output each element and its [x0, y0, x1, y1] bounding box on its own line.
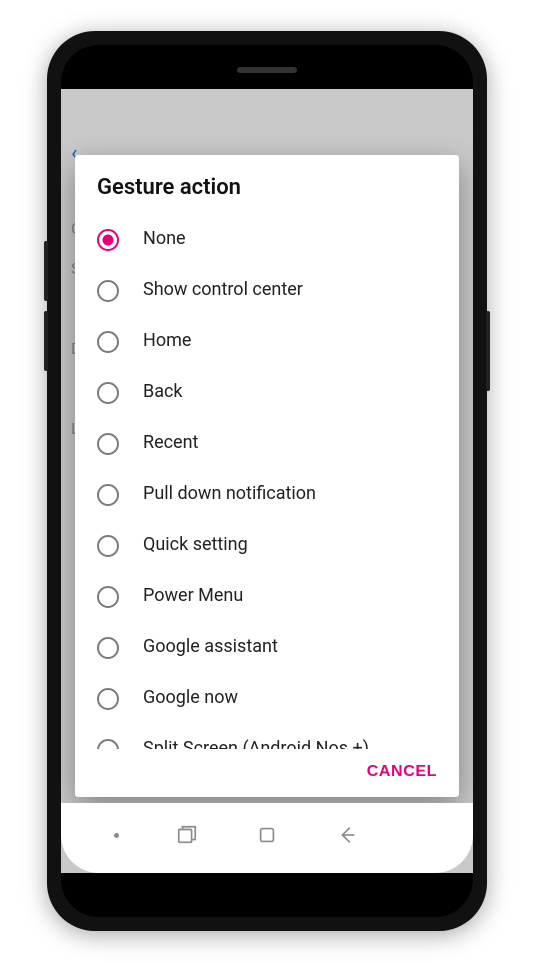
- radio-icon[interactable]: [97, 382, 119, 404]
- screen: ‹ CSDL Gesture action NoneShow control c…: [61, 89, 473, 873]
- radio-icon[interactable]: [97, 484, 119, 506]
- option-row[interactable]: Google assistant: [97, 622, 453, 673]
- radio-icon[interactable]: [97, 229, 119, 251]
- gesture-action-dialog: Gesture action None Show control center Ho…: [75, 155, 459, 797]
- option-label: Power Menu: [143, 585, 243, 608]
- navigation-bar: [61, 803, 473, 873]
- power-button: [486, 311, 490, 391]
- option-label: Google now: [143, 687, 238, 710]
- radio-icon[interactable]: [97, 433, 119, 455]
- option-label: Back: [143, 381, 183, 404]
- radio-icon[interactable]: [97, 637, 119, 659]
- cancel-button[interactable]: CANCEL: [367, 763, 437, 781]
- option-row[interactable]: Quick setting: [97, 520, 453, 571]
- radio-icon[interactable]: [97, 331, 119, 353]
- option-label: Home: [143, 330, 191, 353]
- speaker-grille: [237, 67, 297, 73]
- radio-icon[interactable]: [97, 688, 119, 710]
- home-icon[interactable]: [256, 824, 278, 846]
- option-row[interactable]: Power Menu: [97, 571, 453, 622]
- option-label: Show control center: [143, 279, 303, 302]
- option-row[interactable]: None: [97, 214, 453, 265]
- option-row[interactable]: Split Screen (Android Nos +): [97, 724, 453, 749]
- bottom-bezel: [61, 873, 473, 917]
- option-row[interactable]: Back: [97, 367, 453, 418]
- recents-icon[interactable]: [176, 824, 198, 846]
- volume-up-button: [44, 241, 48, 301]
- option-label: Pull down notification: [143, 483, 316, 506]
- option-row[interactable]: Google now: [97, 673, 453, 724]
- radio-icon[interactable]: [97, 586, 119, 608]
- options-list: None Show control center Home Back Recent Pul…: [75, 214, 459, 749]
- nav-indicator-dot: [114, 833, 119, 838]
- dialog-title: Gesture action: [75, 155, 459, 214]
- option-label: Google assistant: [143, 636, 278, 659]
- volume-down-button: [44, 311, 48, 371]
- option-label: Split Screen (Android Nos +): [143, 738, 369, 749]
- status-bar: [61, 89, 473, 129]
- phone-frame: ‹ CSDL Gesture action NoneShow control c…: [47, 31, 487, 931]
- option-row[interactable]: Home: [97, 316, 453, 367]
- phone-inner: ‹ CSDL Gesture action NoneShow control c…: [61, 45, 473, 917]
- option-row[interactable]: Show control center: [97, 265, 453, 316]
- option-row[interactable]: Recent: [97, 418, 453, 469]
- radio-icon[interactable]: [97, 535, 119, 557]
- option-label: Quick setting: [143, 534, 248, 557]
- dialog-actions: CANCEL: [75, 749, 459, 797]
- option-row[interactable]: Pull down notification: [97, 469, 453, 520]
- option-label: None: [143, 228, 186, 251]
- back-icon[interactable]: [336, 824, 358, 846]
- radio-icon[interactable]: [97, 280, 119, 302]
- radio-icon[interactable]: [97, 739, 119, 750]
- option-label: Recent: [143, 432, 198, 455]
